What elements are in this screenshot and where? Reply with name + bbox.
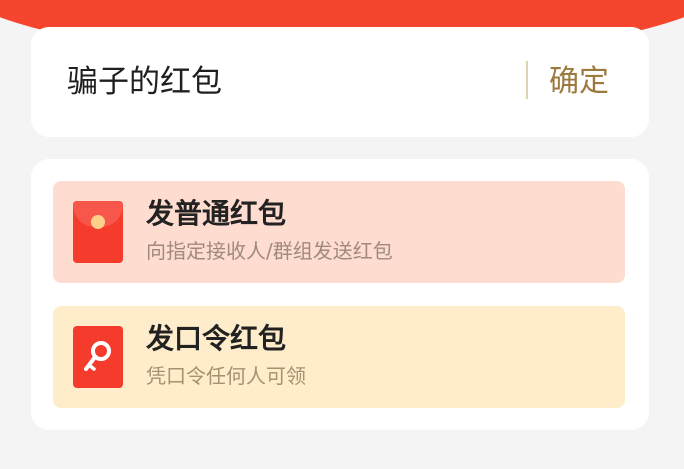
key-icon bbox=[73, 326, 123, 388]
option-title: 发普通红包 bbox=[146, 197, 287, 230]
red-envelope-icon bbox=[73, 201, 123, 263]
option-subtitle: 凭口令任何人可领 bbox=[146, 364, 306, 388]
page: 骗子的红包 确定 发普通红包 向指定接收人/群组发送红包 发口令红包 凭口令任何… bbox=[0, 0, 684, 469]
option-normal-red-packet[interactable]: 发普通红包 向指定接收人/群组发送红包 bbox=[53, 181, 625, 283]
option-password-red-packet[interactable]: 发口令红包 凭口令任何人可领 bbox=[53, 306, 625, 408]
greeting-input[interactable]: 骗子的红包 bbox=[67, 61, 222, 103]
options-card: 发普通红包 向指定接收人/群组发送红包 发口令红包 凭口令任何人可领 bbox=[31, 159, 649, 430]
key-glyph bbox=[84, 341, 111, 371]
divider bbox=[526, 61, 528, 99]
greeting-input-card: 骗子的红包 确定 bbox=[31, 27, 649, 137]
envelope-seal bbox=[91, 215, 105, 229]
option-subtitle: 向指定接收人/群组发送红包 bbox=[146, 239, 393, 263]
confirm-button[interactable]: 确定 bbox=[549, 61, 609, 103]
option-title: 发口令红包 bbox=[146, 322, 287, 355]
